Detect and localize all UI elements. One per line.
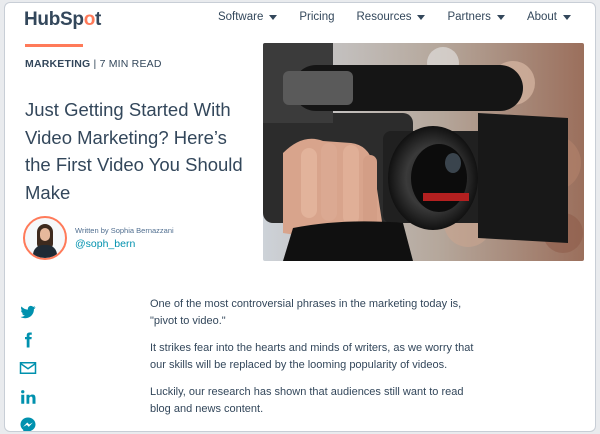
nav-pricing[interactable]: Pricing: [299, 11, 334, 23]
facebook-icon[interactable]: [19, 331, 37, 349]
browser-window: HubSpot Software Pricing Resources Partn…: [4, 2, 596, 432]
accent-divider: [25, 44, 83, 47]
category-link[interactable]: MARKETING: [25, 58, 90, 70]
nav-resources[interactable]: Resources: [357, 11, 426, 23]
article-title: Just Getting Started With Video Marketin…: [25, 99, 243, 203]
author-block: Written by Sophia Bernazzani @soph_bern: [23, 216, 174, 260]
nav-label: About: [526, 11, 557, 23]
logo-text: HubSp: [24, 9, 84, 30]
chevron-down-icon: [563, 15, 571, 20]
nav-software[interactable]: Software: [217, 11, 278, 23]
nav-about[interactable]: About: [527, 11, 571, 23]
chevron-down-icon: [269, 15, 278, 20]
messenger-icon[interactable]: [19, 416, 37, 432]
author-info: Written by Sophia Bernazzani @soph_bern: [75, 226, 174, 250]
email-icon[interactable]: [19, 359, 37, 377]
author-byline: Written by Sophia Bernazzani: [75, 226, 174, 235]
nav-label: Software: [217, 11, 264, 23]
site-header: HubSpot Software Pricing Resources Partn…: [5, 3, 595, 35]
author-handle-link[interactable]: @soph_bern: [75, 238, 174, 250]
paragraph: One of the most controversial phrases in…: [150, 298, 462, 327]
article-body: One of the most controversial phrases in…: [150, 296, 480, 428]
author-avatar[interactable]: [23, 216, 67, 260]
paragraph: Luckily, our research has shown that aud…: [150, 386, 464, 415]
read-time: 7 MIN READ: [99, 58, 162, 70]
nav-partners[interactable]: Partners: [447, 11, 505, 23]
logo-text-end: t: [95, 9, 102, 30]
chevron-down-icon: [417, 15, 426, 20]
nav-label: Partners: [447, 11, 491, 23]
meta-separator: |: [90, 58, 100, 70]
logo-sprocket: o: [83, 9, 96, 30]
main-nav: Software Pricing Resources Partners Abou…: [218, 11, 571, 23]
paragraph: It strikes fear into the hearts and mind…: [150, 342, 474, 371]
hero-image: [263, 43, 584, 261]
article-meta: MARKETING | 7 MIN READ: [25, 58, 162, 70]
hubspot-logo[interactable]: HubSpot: [24, 9, 101, 31]
twitter-icon[interactable]: [19, 303, 37, 321]
nav-label: Resources: [356, 11, 412, 23]
chevron-down-icon: [496, 15, 505, 20]
nav-label: Pricing: [299, 11, 335, 23]
linkedin-icon[interactable]: [19, 388, 37, 406]
